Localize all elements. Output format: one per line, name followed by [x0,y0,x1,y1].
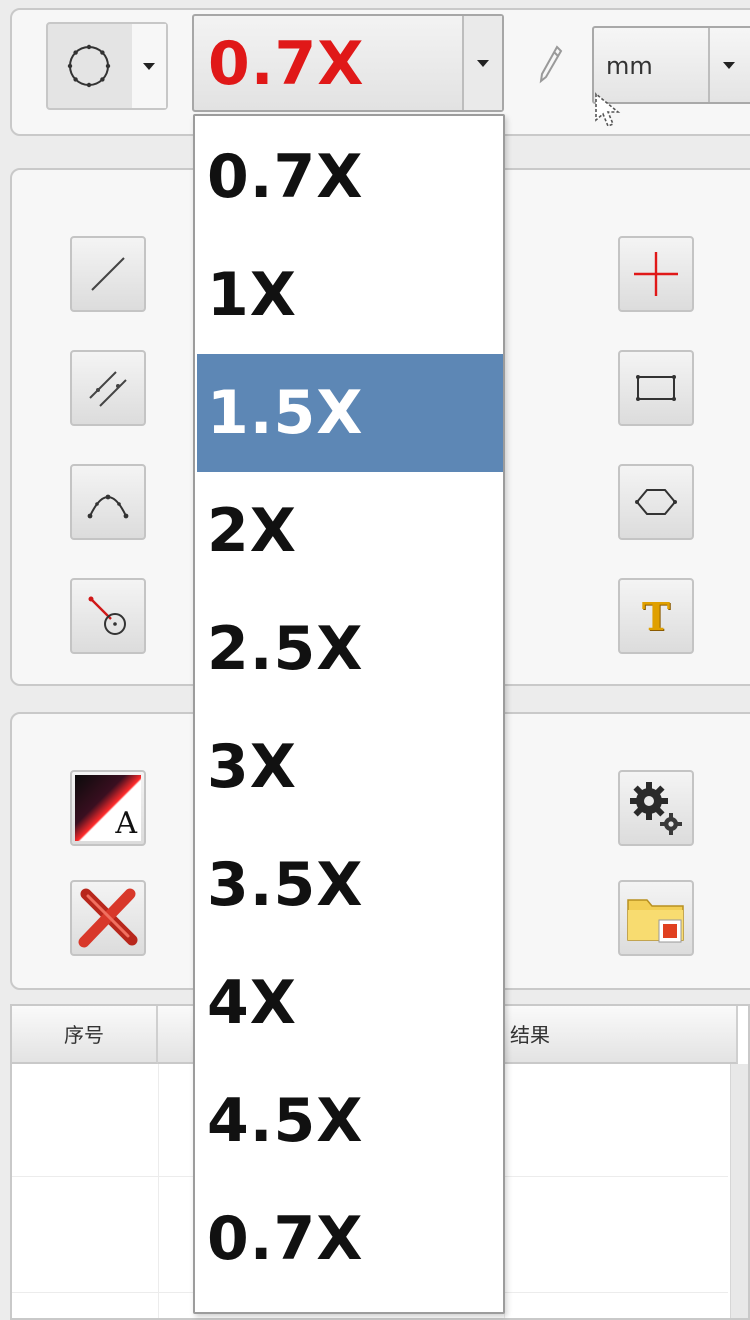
font-color-button[interactable]: A [70,770,146,846]
zoom-option[interactable]: 2.5X [197,590,503,708]
settings-button[interactable] [618,770,694,846]
zoom-dropdown-arrow[interactable] [462,16,502,110]
hexagon-tool-button[interactable] [618,464,694,540]
mouse-cursor-icon [594,92,630,136]
column-header-result[interactable]: 结果 [504,1006,738,1064]
zoom-option[interactable]: 2X [197,472,503,590]
arc-tool-button[interactable] [70,464,146,540]
rectangle-icon [634,370,678,406]
folder-save-icon [625,890,687,946]
chevron-down-icon [143,62,155,70]
unit-dropdown-arrow[interactable] [708,28,748,102]
chevron-down-icon [723,61,735,69]
table-scrollbar[interactable] [730,1064,748,1318]
font-color-glyph: A [115,806,137,841]
settings-gears-icon [627,779,685,837]
line-tool-button[interactable] [70,236,146,312]
font-color-icon: A [75,775,141,841]
line-to-circle-icon [85,593,131,639]
shape-selector[interactable] [46,22,168,110]
zoom-option[interactable]: 3X [197,708,503,826]
folder-save-button[interactable] [618,880,694,956]
delete-icon [76,886,140,950]
parallel-lines-tool-button[interactable] [70,350,146,426]
zoom-option[interactable]: 1X [197,236,503,354]
arc-icon [84,482,132,522]
text-tool-button[interactable]: T [618,578,694,654]
parallel-lines-icon [86,366,130,410]
zoom-combo[interactable]: 0.7X [192,14,504,112]
crosshair-tool-button[interactable] [618,236,694,312]
crosshair-icon [632,250,680,298]
hexagon-icon [633,484,679,520]
column-header-index[interactable]: 序号 [12,1006,158,1064]
chevron-down-icon [477,59,489,67]
zoom-dropdown-list[interactable]: 0.7X 1X 1.5X 2X 2.5X 3X 3.5X 4X 4.5X 0.7… [193,114,505,1314]
rectangle-tool-button[interactable] [618,350,694,426]
circle-icon [48,24,130,108]
line-icon [86,252,130,296]
shape-dropdown-arrow[interactable] [132,24,166,108]
zoom-option-selected[interactable]: 1.5X [197,354,503,472]
delete-button[interactable] [70,880,146,956]
zoom-option[interactable]: 0.7X [197,118,503,236]
zoom-option[interactable]: 3.5X [197,826,503,944]
zoom-option[interactable]: 4.5X [197,1062,503,1180]
column-divider [158,1064,159,1318]
zoom-option[interactable]: 0.7X [197,1180,503,1298]
text-icon: T [641,593,671,639]
line-to-circle-tool-button[interactable] [70,578,146,654]
zoom-value: 0.7X [208,29,365,99]
zoom-option[interactable]: 4X [197,944,503,1062]
pencil-icon[interactable] [538,44,564,88]
